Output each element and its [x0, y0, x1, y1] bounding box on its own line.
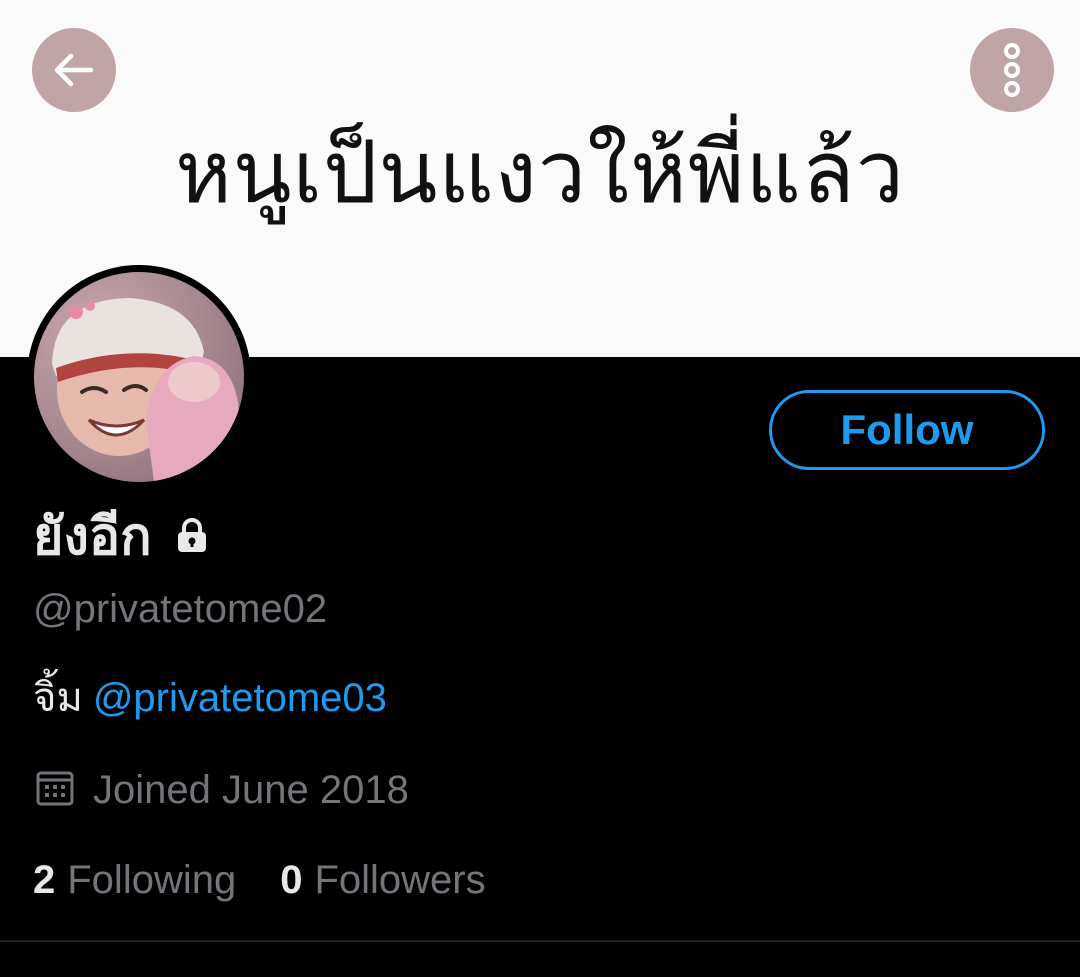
avatar-image	[34, 272, 244, 482]
bio: จิ้ม @privatetome03	[33, 672, 387, 724]
name-row: ยังอีก	[33, 502, 212, 572]
avatar[interactable]	[27, 265, 251, 489]
profile-page: หนูเป็นแงวให้พี่แล้ว Follow ยังอีก @priv…	[0, 0, 1080, 977]
followers-link[interactable]: 0 Followers	[280, 858, 485, 903]
back-button[interactable]	[32, 28, 116, 112]
divider	[0, 940, 1080, 942]
banner-text: หนูเป็นแงวให้พี่แล้ว	[175, 123, 905, 223]
following-count: 2	[33, 857, 56, 902]
followers-label: Followers	[314, 857, 486, 902]
bio-text: จิ้ม	[33, 675, 83, 721]
user-handle: @privatetome02	[33, 587, 328, 631]
follow-stats: 2 Following 0 Followers	[33, 855, 486, 905]
calendar-icon	[35, 768, 75, 812]
joined-date: Joined June 2018	[93, 768, 409, 812]
joined-row: Joined June 2018	[35, 765, 409, 815]
followers-count: 0	[280, 857, 303, 902]
follow-button[interactable]: Follow	[769, 390, 1045, 470]
arrow-left-icon	[51, 47, 97, 93]
following-label: Following	[67, 857, 237, 902]
lock-icon	[172, 515, 212, 559]
following-link[interactable]: 2 Following	[33, 858, 236, 903]
bio-mention-link[interactable]: @privatetome03	[93, 676, 387, 720]
more-options-button[interactable]	[970, 28, 1054, 112]
more-vertical-icon	[1000, 42, 1024, 98]
display-name: ยังอีก	[33, 507, 152, 567]
